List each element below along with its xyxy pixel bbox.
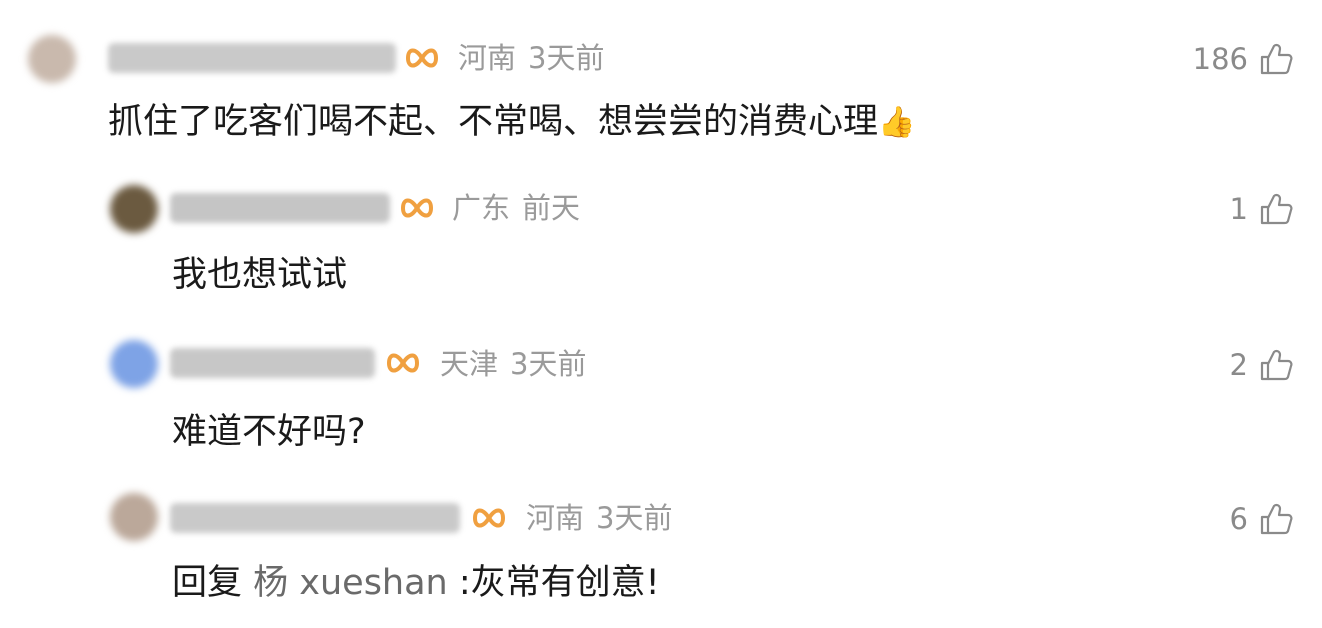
username-blurred[interactable] <box>170 348 375 378</box>
like-count: 2 <box>1229 348 1248 382</box>
time-label: 前天 <box>522 191 581 225</box>
comment-body: 难道不好吗? <box>172 412 366 452</box>
time-label: 3天前 <box>596 501 673 535</box>
comment-text: 难道不好吗? <box>172 410 366 454</box>
infinity-badge-icon <box>470 503 508 533</box>
location-label: 广东 <box>452 191 511 225</box>
like-button[interactable]: 2 <box>1230 345 1294 385</box>
like-button[interactable]: 1 <box>1230 189 1294 229</box>
comment-meta: 河南 3天前 <box>526 500 672 536</box>
thumbs-up-icon <box>1258 347 1294 383</box>
infinity-badge-icon <box>384 348 422 378</box>
username-blurred[interactable] <box>108 43 396 73</box>
reply-item: 天津 3天前 2 难道不好吗? <box>0 320 1322 475</box>
comment-body: :灰常有创意! <box>447 563 660 603</box>
reply-item: 河南 3天前 6 回复 杨 xueshan :灰常有创意! <box>0 475 1322 628</box>
comment-body: 抓住了吃客们喝不起、不常喝、想尝尝的消费心理 <box>108 102 879 142</box>
like-count: 6 <box>1229 502 1248 536</box>
location-label: 河南 <box>526 501 585 535</box>
avatar[interactable] <box>110 185 158 233</box>
comment-text: 我也想试试 <box>172 253 347 297</box>
avatar[interactable] <box>110 493 158 541</box>
time-label: 3天前 <box>510 347 587 381</box>
location-label: 河南 <box>458 41 517 75</box>
avatar[interactable] <box>110 340 158 388</box>
like-button[interactable]: 186 <box>1193 39 1294 79</box>
username-blurred[interactable] <box>170 503 460 533</box>
comment-text: 回复 杨 xueshan :灰常有创意! <box>172 561 660 605</box>
location-label: 天津 <box>440 347 499 381</box>
thumbs-up-icon <box>1258 41 1294 77</box>
infinity-badge-icon <box>403 43 441 73</box>
reply-target-user[interactable]: 杨 xueshan <box>253 563 448 603</box>
comment-text: 抓住了吃客们喝不起、不常喝、想尝尝的消费心理👍 <box>108 100 915 145</box>
comment-meta: 天津 3天前 <box>440 346 586 382</box>
reply-item: 广东 前天 1 我也想试试 <box>0 165 1322 320</box>
reply-prefix: 回复 <box>172 563 254 603</box>
comment-item: 河南 3天前 186 抓住了吃客们喝不起、不常喝、想尝尝的消费心理👍 <box>0 0 1322 165</box>
thumbs-up-emoji-icon: 👍 <box>878 105 916 140</box>
comment-meta: 河南 3天前 <box>458 40 604 76</box>
avatar[interactable] <box>28 35 76 83</box>
comment-body: 我也想试试 <box>172 255 348 295</box>
like-count: 186 <box>1192 42 1248 76</box>
infinity-badge-icon <box>398 193 436 223</box>
like-count: 1 <box>1229 192 1248 226</box>
thumbs-up-icon <box>1258 191 1294 227</box>
time-label: 3天前 <box>528 41 605 75</box>
thumbs-up-icon <box>1258 501 1294 537</box>
like-button[interactable]: 6 <box>1230 499 1294 539</box>
comment-meta: 广东 前天 <box>452 190 580 226</box>
username-blurred[interactable] <box>170 193 390 223</box>
